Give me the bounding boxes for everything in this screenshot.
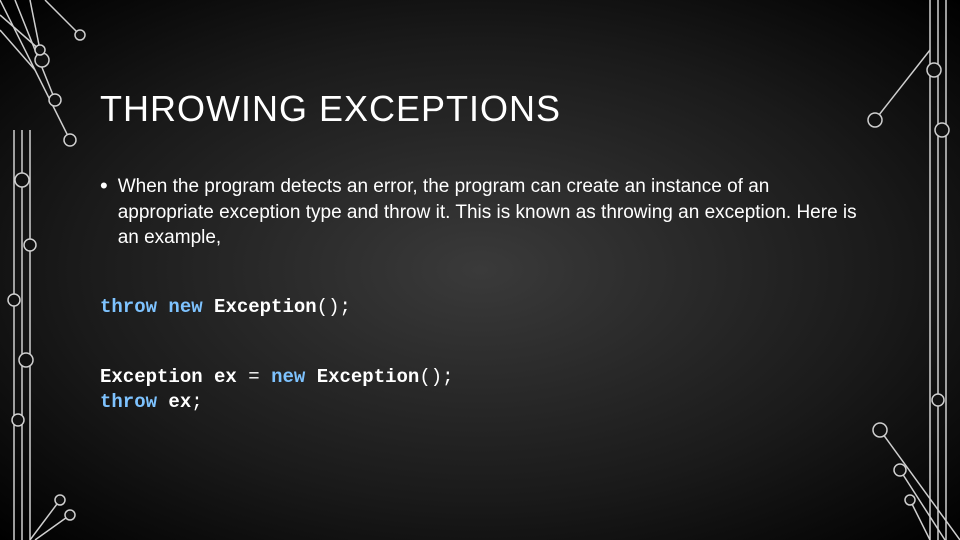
keyword-new: new — [271, 366, 305, 388]
semicolon: ; — [191, 391, 202, 413]
keyword-new: new — [168, 296, 202, 318]
slide-content: THROWING EXCEPTIONS • When the program d… — [0, 0, 960, 416]
keyword-throw: throw — [100, 296, 157, 318]
class-name: Exception — [214, 296, 317, 318]
var-name: ex — [168, 391, 191, 413]
code-tail: (); — [317, 296, 351, 318]
slide-title: THROWING EXCEPTIONS — [100, 88, 860, 130]
code-block-2: Exception ex = new Exception(); throw ex… — [100, 365, 860, 416]
var-name: ex — [214, 366, 237, 388]
bullet-item: • When the program detects an error, the… — [100, 174, 860, 251]
code-block-1: throw new Exception(); — [100, 295, 860, 321]
bullet-dot-icon: • — [100, 175, 108, 197]
bullet-text: When the program detects an error, the p… — [118, 174, 860, 251]
class-name: Exception — [317, 366, 420, 388]
code-tail: (); — [419, 366, 453, 388]
equals: = — [248, 366, 259, 388]
keyword-throw: throw — [100, 391, 157, 413]
class-name: Exception — [100, 366, 203, 388]
